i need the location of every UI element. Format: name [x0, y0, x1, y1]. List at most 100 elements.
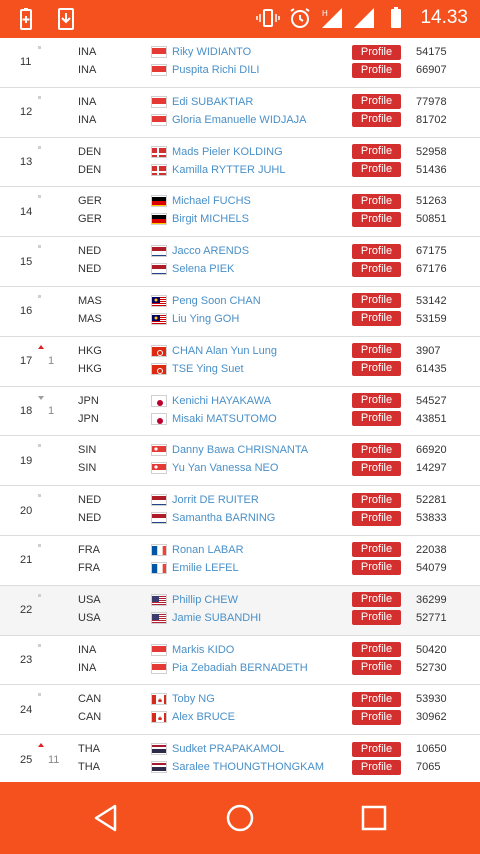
country-code: DEN — [78, 145, 102, 158]
player-entry: INA Gloria Emanuelle WIDJAJA Profile 81702 — [0, 111, 480, 129]
player-name-link[interactable]: Saralee THOUNGTHONGKAM — [172, 761, 324, 773]
player-name-link[interactable]: Danny Bawa CHRISNANTA — [172, 444, 308, 456]
player-name-link[interactable]: Kamilla RYTTER JUHL — [172, 164, 286, 176]
profile-button[interactable]: Profile — [352, 592, 401, 608]
player-name-link[interactable]: Alex BRUCE — [172, 711, 235, 723]
player-entry: USA Jamie SUBANDHI Profile 52771 — [0, 609, 480, 627]
profile-button[interactable]: Profile — [352, 610, 401, 626]
player-name-link[interactable]: TSE Ying Suet — [172, 363, 244, 375]
flag-icon — [151, 593, 167, 606]
flag-icon — [151, 344, 167, 357]
player-name-link[interactable]: CHAN Alan Yun Lung — [172, 345, 277, 357]
back-button[interactable] — [86, 798, 126, 838]
ranking-row: 11 INA Riky WIDIANTO Profile 54175 INA Puspita… — [0, 38, 480, 88]
player-name-link[interactable]: Gloria Emanuelle WIDJAJA — [172, 114, 307, 126]
player-entry: GER Michael FUCHS Profile 51263 — [0, 192, 480, 210]
player-name-link[interactable]: Yu Yan Vanessa NEO — [172, 462, 278, 474]
player-name-link[interactable]: Puspita Richi DILI — [172, 64, 259, 76]
player-name-link[interactable]: Jacco ARENDS — [172, 245, 249, 257]
player-name-link[interactable]: Birgit MICHELS — [172, 213, 249, 225]
profile-button[interactable]: Profile — [352, 112, 401, 128]
profile-button[interactable]: Profile — [352, 44, 401, 60]
player-name-link[interactable]: Liu Ying GOH — [172, 313, 239, 325]
profile-button[interactable]: Profile — [352, 460, 401, 476]
profile-button[interactable]: Profile — [352, 211, 401, 227]
profile-button[interactable]: Profile — [352, 193, 401, 209]
player-name-link[interactable]: Emilie LEFEL — [172, 562, 239, 574]
player-name-link[interactable]: Peng Soon CHAN — [172, 295, 261, 307]
profile-button[interactable]: Profile — [352, 492, 401, 508]
player-name-link[interactable]: Mads Pieler KOLDING — [172, 146, 283, 158]
player-points: 3907 — [416, 344, 441, 357]
profile-button[interactable]: Profile — [352, 162, 401, 178]
flag-icon — [151, 512, 167, 525]
player-points: 51436 — [416, 163, 447, 176]
profile-button[interactable]: Profile — [352, 510, 401, 526]
profile-button[interactable]: Profile — [352, 94, 401, 110]
profile-button[interactable]: Profile — [352, 261, 401, 277]
player-name-link[interactable]: Sudket PRAPAKAMOL — [172, 743, 284, 755]
profile-button[interactable]: Profile — [352, 442, 401, 458]
clock-time: 14.33 — [420, 7, 468, 28]
flag-icon — [151, 462, 167, 475]
player-name-link[interactable]: Markis KIDO — [172, 644, 234, 656]
country-code: NED — [78, 512, 102, 525]
country-code: NED — [78, 245, 102, 258]
flag-icon — [151, 46, 167, 58]
profile-button[interactable]: Profile — [352, 709, 401, 725]
player-entry: NED Jacco ARENDS Profile 67175 — [0, 242, 480, 260]
player-entry: NED Jorrit DE RUITER Profile 52281 — [0, 491, 480, 509]
player-name-link[interactable]: Michael FUCHS — [172, 195, 251, 207]
flag-icon — [151, 543, 167, 556]
profile-button[interactable]: Profile — [352, 361, 401, 377]
player-entry: DEN Mads Pieler KOLDING Profile 52958 — [0, 143, 480, 161]
profile-button[interactable]: Profile — [352, 393, 401, 409]
profile-button[interactable]: Profile — [352, 542, 401, 558]
player-name-link[interactable]: Samantha BARNING — [172, 512, 275, 524]
profile-button[interactable]: Profile — [352, 293, 401, 309]
flag-icon — [151, 412, 167, 425]
profile-button[interactable]: Profile — [352, 642, 401, 658]
player-name-link[interactable]: Misaki MATSUTOMO — [172, 413, 277, 425]
profile-button[interactable]: Profile — [352, 691, 401, 707]
country-code: DEN — [78, 163, 102, 176]
profile-button[interactable]: Profile — [352, 144, 401, 160]
player-name-link[interactable]: Ronan LABAR — [172, 544, 244, 556]
player-points: 43851 — [416, 412, 447, 425]
player-name-link[interactable]: Kenichi HAYAKAWA — [172, 395, 271, 407]
player-name-link[interactable]: Jorrit DE RUITER — [172, 494, 259, 506]
flag-icon — [151, 743, 167, 756]
player-name-link[interactable]: Toby NG — [172, 693, 215, 705]
player-entry: NED Samantha BARNING Profile 53833 — [0, 509, 480, 527]
country-code: THA — [78, 761, 100, 774]
flag-icon — [151, 64, 167, 76]
player-points: 81702 — [416, 113, 447, 126]
player-name-link[interactable]: Edi SUBAKTIAR — [172, 96, 253, 108]
player-entry: THA Saralee THOUNGTHONGKAM Profile 7065 — [0, 758, 480, 776]
country-code: INA — [78, 643, 97, 656]
home-button[interactable] — [220, 798, 260, 838]
profile-button[interactable]: Profile — [352, 560, 401, 576]
profile-button[interactable]: Profile — [352, 343, 401, 359]
recents-button[interactable] — [354, 798, 394, 838]
profile-button[interactable]: Profile — [352, 741, 401, 757]
vibrate-icon — [256, 9, 281, 27]
flag-icon — [151, 263, 167, 276]
player-name-link[interactable]: Pia Zebadiah BERNADETH — [172, 662, 308, 674]
player-entry: SIN Danny Bawa CHRISNANTA Profile 66920 — [0, 441, 480, 459]
ranking-row: 12 INA Edi SUBAKTIAR Profile 77978 INA Gloria … — [0, 87, 480, 138]
profile-button[interactable]: Profile — [352, 311, 401, 327]
profile-button[interactable]: Profile — [352, 759, 401, 775]
profile-button[interactable]: Profile — [352, 411, 401, 427]
player-name-link[interactable]: Riky WIDIANTO — [172, 46, 251, 58]
profile-button[interactable]: Profile — [352, 62, 401, 78]
player-name-link[interactable]: Jamie SUBANDHI — [172, 612, 261, 624]
profile-button[interactable]: Profile — [352, 243, 401, 259]
profile-button[interactable]: Profile — [352, 660, 401, 676]
ranking-row: 21 FRA Ronan LABAR Profile 22038 FRA Emilie LE… — [0, 535, 480, 586]
country-code: HKG — [78, 344, 102, 357]
player-name-link[interactable]: Phillip CHEW — [172, 594, 238, 606]
player-name-link[interactable]: Selena PIEK — [172, 263, 234, 275]
ranking-list[interactable]: 11 INA Riky WIDIANTO Profile 54175 INA Puspita… — [0, 38, 480, 782]
player-points: 54527 — [416, 394, 447, 407]
